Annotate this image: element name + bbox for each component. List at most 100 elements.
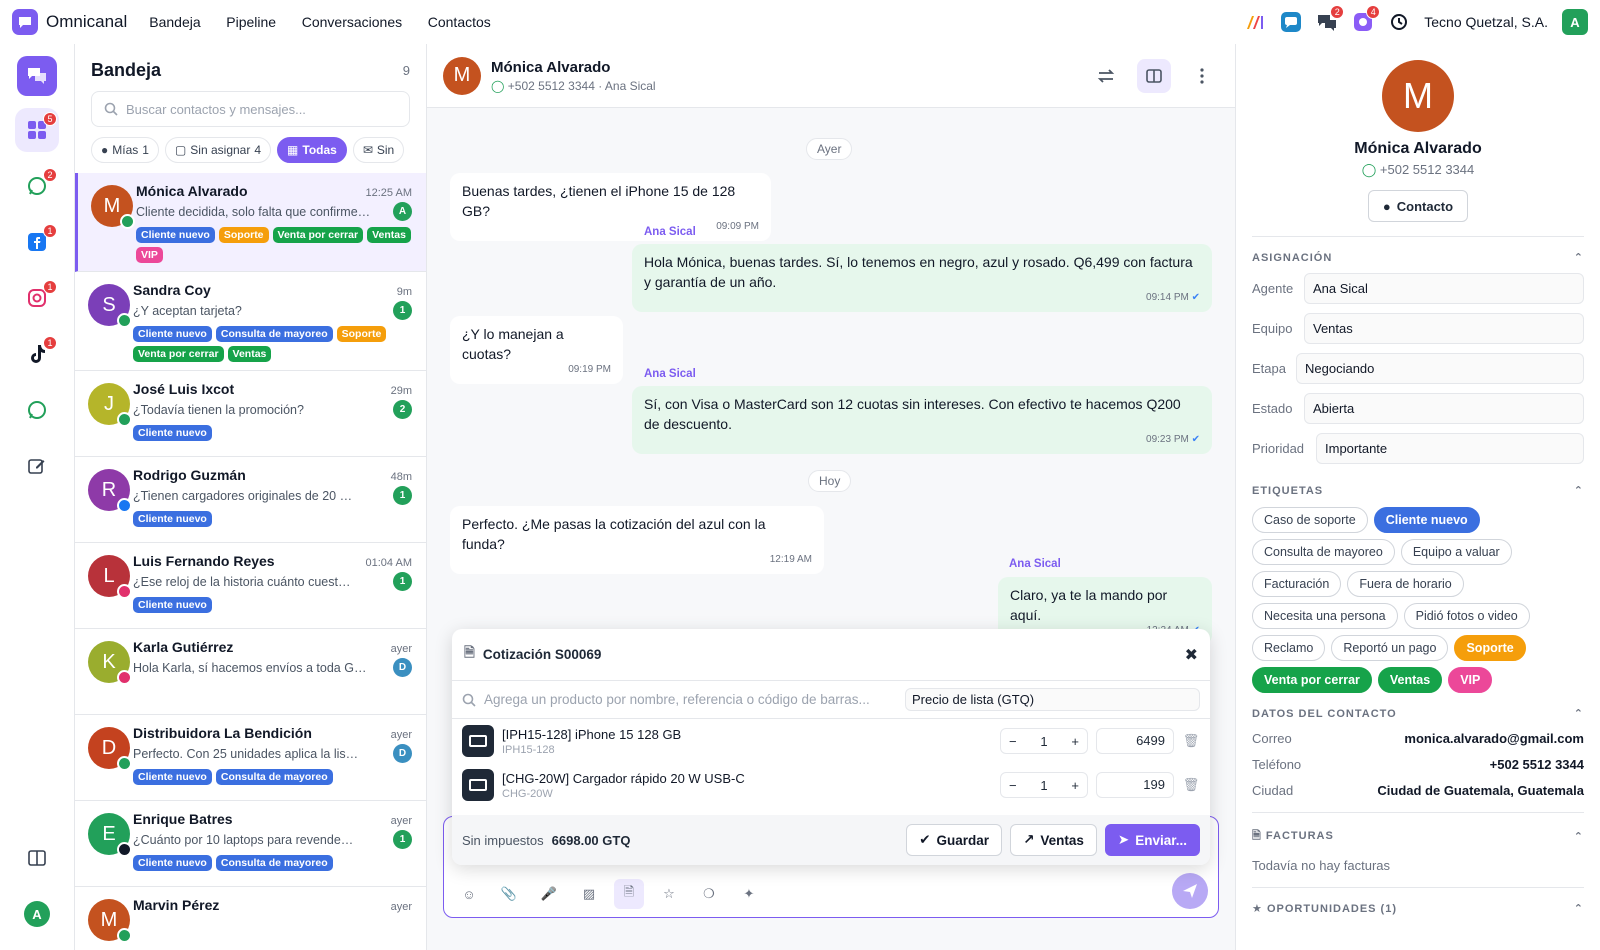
contact-tag[interactable]: Caso de soporte	[1252, 507, 1368, 533]
nav-conversaciones[interactable]: Conversaciones	[302, 14, 402, 30]
quote-button[interactable]: 🗎	[614, 879, 644, 909]
trash-icon[interactable]: 🗑	[1182, 777, 1200, 793]
priority-field[interactable]: Importante	[1316, 433, 1584, 464]
nav-contactos[interactable]: Contactos	[428, 14, 491, 30]
save-quote-button[interactable]: ✔ Guardar	[906, 824, 1003, 856]
phone-value[interactable]: +502 5512 3344	[1490, 757, 1584, 772]
conversation-item[interactable]: D Distribuidora La Bendición ayer Perfec…	[75, 715, 426, 801]
sidebar-facebook[interactable]: 1	[15, 220, 59, 264]
sidebar-user-avatar[interactable]: A	[15, 892, 59, 936]
status-field[interactable]: Abierta	[1304, 393, 1584, 424]
filter-todas[interactable]: ▦ Todas	[277, 137, 347, 163]
chevron-up-icon[interactable]: ⌃	[1574, 484, 1584, 497]
nav-bandeja[interactable]: Bandeja	[149, 14, 200, 30]
agent-field[interactable]: Ana Sical	[1304, 273, 1584, 304]
sidebar-instagram[interactable]: 1	[15, 276, 59, 320]
invoices-header[interactable]: 🗎 FACTURAS ⌃	[1252, 827, 1584, 846]
tags-header[interactable]: ETIQUETAS ⌃	[1252, 484, 1584, 498]
company-name[interactable]: Tecno Quetzal, S.A.	[1424, 14, 1548, 30]
price-input[interactable]: 6499	[1096, 728, 1174, 754]
sidebar-inbox[interactable]: 5	[15, 108, 59, 152]
ai-icon[interactable]	[1244, 11, 1266, 33]
contact-tag[interactable]: Ventas	[1377, 667, 1443, 693]
favorite-button[interactable]: ☆	[654, 879, 684, 909]
emoji-button[interactable]: ☺	[454, 879, 484, 909]
sidebar-messages[interactable]	[17, 56, 57, 96]
user-avatar[interactable]: A	[1562, 9, 1588, 35]
price-input[interactable]: 199	[1096, 772, 1174, 798]
city-value[interactable]: Ciudad de Guatemala, Guatemala	[1377, 783, 1584, 798]
filter-sin[interactable]: ✉ Sin	[352, 137, 405, 163]
close-icon[interactable]: ✖	[1185, 645, 1198, 665]
contact-tag[interactable]: Cliente nuevo	[1373, 507, 1480, 533]
filter-sin-asignar[interactable]: ▢ Sin asignar 4	[164, 137, 272, 163]
help-button[interactable]: ❍	[694, 879, 724, 909]
open-sales-button[interactable]: ↗ Ventas	[1010, 824, 1097, 856]
app-logo-icon[interactable]	[12, 9, 38, 35]
contact-tag[interactable]: Reclamo	[1252, 635, 1326, 661]
nav-pipeline[interactable]: Pipeline	[226, 14, 276, 30]
inbox-search[interactable]: Buscar contactos y mensajes...	[91, 91, 410, 127]
sidebar-whatsapp[interactable]: 2	[15, 164, 59, 208]
plus-icon[interactable]: +	[1071, 778, 1079, 793]
voice-button[interactable]: 🎤	[534, 879, 564, 909]
sidebar-toggle-panel[interactable]	[15, 836, 59, 880]
chevron-up-icon[interactable]: ⌃	[1574, 707, 1584, 720]
email-value[interactable]: monica.alvarado@gmail.com	[1404, 731, 1584, 746]
conversation-item[interactable]: M Mónica Alvarado 12:25 AM Cliente decid…	[75, 173, 426, 272]
contact-tag[interactable]: Necesita una persona	[1252, 603, 1398, 629]
contact-tag[interactable]: Fuera de horario	[1347, 571, 1464, 597]
apps-icon[interactable]: 4	[1352, 5, 1381, 33]
send-quote-button[interactable]: ➤ Enviar...	[1104, 824, 1200, 856]
contact-tag[interactable]: Pidió fotos o video	[1403, 603, 1530, 629]
sidebar-tiktok[interactable]: 1	[15, 332, 59, 376]
team-field[interactable]: Ventas	[1304, 313, 1584, 344]
chevron-up-icon[interactable]: ⌃	[1574, 902, 1584, 915]
opportunities-header[interactable]: ★ OPORTUNIDADES (1) ⌃	[1252, 902, 1584, 915]
message-text: Hola Mónica, buenas tardes. Sí, lo tenem…	[644, 254, 1193, 290]
minus-icon[interactable]: −	[1009, 778, 1017, 793]
quantity-stepper[interactable]: − 1 +	[1000, 728, 1088, 754]
pricelist-select[interactable]: Precio de lista (GTQ)	[905, 688, 1200, 711]
contact-tag[interactable]: Reportó un pago	[1331, 635, 1449, 661]
conversation-item[interactable]: J José Luis Ixcot 29m ¿Todavía tienen la…	[75, 371, 426, 457]
more-options-button[interactable]	[1185, 59, 1219, 93]
contact-tag[interactable]: VIP	[1448, 667, 1493, 693]
catalog-button[interactable]: ▨	[574, 879, 604, 909]
chat-contact-avatar[interactable]: M	[443, 56, 481, 95]
magic-button[interactable]: ✦	[734, 879, 764, 909]
conversation-item[interactable]: M Marvin Pérez ayer	[75, 887, 426, 950]
toggle-details-button[interactable]	[1137, 58, 1171, 93]
assignment-header[interactable]: ASIGNACIÓN ⌃	[1252, 251, 1584, 265]
quantity-stepper[interactable]: − 1 +	[1000, 772, 1088, 798]
contact-tag[interactable]: Soporte	[1454, 635, 1526, 661]
plus-icon[interactable]: +	[1071, 734, 1079, 749]
send-message-button[interactable]	[1172, 873, 1208, 909]
sidebar-whatsapp-2[interactable]	[15, 388, 59, 432]
contact-tag[interactable]: Facturación	[1252, 571, 1342, 597]
conversation-item[interactable]: L Luis Fernando Reyes 01:04 AM ¿Ese relo…	[75, 543, 426, 629]
contact-tag[interactable]: Consulta de mayoreo	[1252, 539, 1395, 565]
details-header[interactable]: DATOS DEL CONTACTO ⌃	[1252, 707, 1584, 721]
chevron-up-icon[interactable]: ⌃	[1574, 830, 1584, 843]
quote-header: 🗎 Cotización S00069 ✖	[452, 629, 1210, 681]
contact-tag[interactable]: Venta por cerrar	[1252, 667, 1372, 693]
conversation-item[interactable]: K Karla Gutiérrez ayer Hola Karla, sí ha…	[75, 629, 426, 715]
chat-contact-name[interactable]: Mónica Alvarado	[491, 59, 656, 76]
sidebar-compose[interactable]	[15, 444, 59, 488]
conversation-item[interactable]: E Enrique Batres ayer ¿Cuánto por 10 lap…	[75, 801, 426, 887]
conversation-item[interactable]: R Rodrigo Guzmán 48m ¿Tienen cargadores …	[75, 457, 426, 543]
transfer-button[interactable]	[1089, 59, 1123, 93]
attach-button[interactable]: 📎	[494, 879, 524, 909]
chats-icon[interactable]: 2	[1316, 5, 1345, 33]
trash-icon[interactable]: 🗑	[1182, 733, 1200, 749]
clock-icon[interactable]	[1388, 11, 1410, 33]
minus-icon[interactable]: −	[1009, 734, 1017, 749]
stage-field[interactable]: Negociando	[1296, 353, 1584, 384]
contact-tag[interactable]: Equipo a valuar	[1400, 539, 1512, 565]
filter-mias[interactable]: ● Mías 1	[91, 137, 159, 163]
conversation-item[interactable]: S Sandra Coy 9m ¿Y aceptan tarjeta? 1 Cl…	[75, 272, 426, 371]
contact-button[interactable]: ● Contacto	[1368, 190, 1468, 222]
chevron-up-icon[interactable]: ⌃	[1574, 251, 1584, 264]
chatbot-icon[interactable]	[1280, 11, 1302, 33]
